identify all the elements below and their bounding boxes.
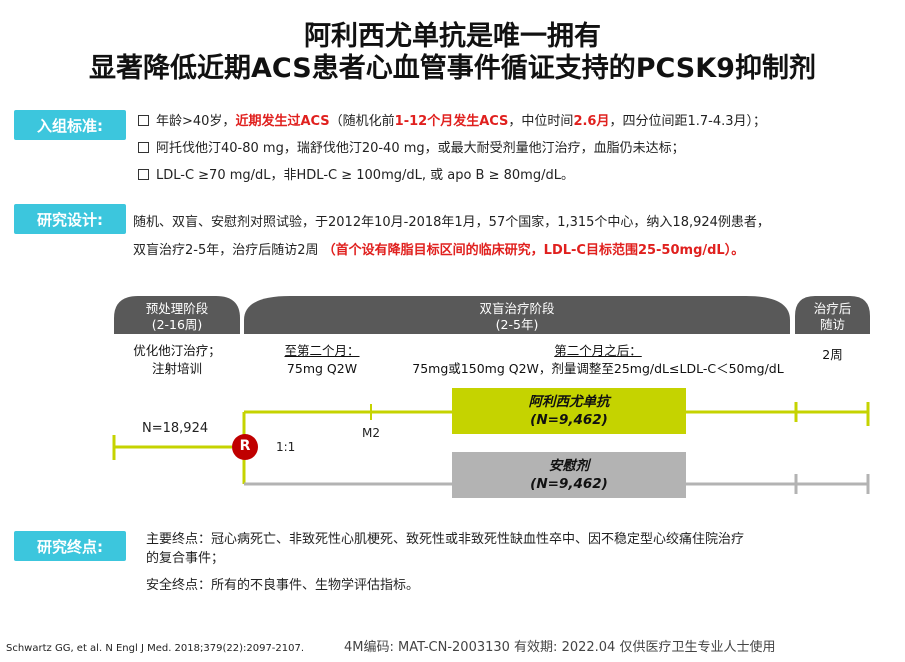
endpoints-tag: 研究终点: <box>14 531 126 561</box>
ratio-label: 1:1 <box>276 440 296 454</box>
pre-phase-details: 优化他汀治疗； 注射培训 <box>133 343 221 376</box>
randomization-label: R <box>239 438 251 454</box>
month2-details: 至第二个月： 75mg Q2W <box>284 343 360 376</box>
after-month2-details: 第二个月之后： 75mg或150mg Q2W，剂量调整至25mg/dL≤LDL-… <box>412 343 784 376</box>
document-code: 4M编码: MAT-CN-2003130 有效期: 2022.04 仅供医疗卫生… <box>344 640 776 655</box>
primary-endpoint-cont: 的复合事件； <box>146 551 225 566</box>
safety-endpoint: 安全终点：所有的不良事件、生物学评估指标。 <box>146 578 420 593</box>
phase-double-blind-label: 双盲治疗阶段 (2-5年) <box>479 301 555 332</box>
phase-post-label: 治疗后 随访 <box>813 301 852 332</box>
m2-label: M2 <box>362 426 380 440</box>
phase-pre-label: 预处理阶段 (2-16周) <box>145 301 209 332</box>
placebo-arm-label: 安慰剂 (N=9,462) <box>530 458 608 492</box>
n-total-label: N=18,924 <box>142 421 209 436</box>
primary-endpoint: 主要终点：冠心病死亡、非致死性心肌梗死、致死性或非致死性缺血性卒中、因不稳定型心… <box>146 532 745 547</box>
reference-citation: Schwartz GG, et al. N Engl J Med. 2018;3… <box>6 643 305 654</box>
drug-arm-label: 阿利西尤单抗 (N=9,462) <box>528 394 610 428</box>
post-phase-details: 2周 <box>822 347 843 362</box>
